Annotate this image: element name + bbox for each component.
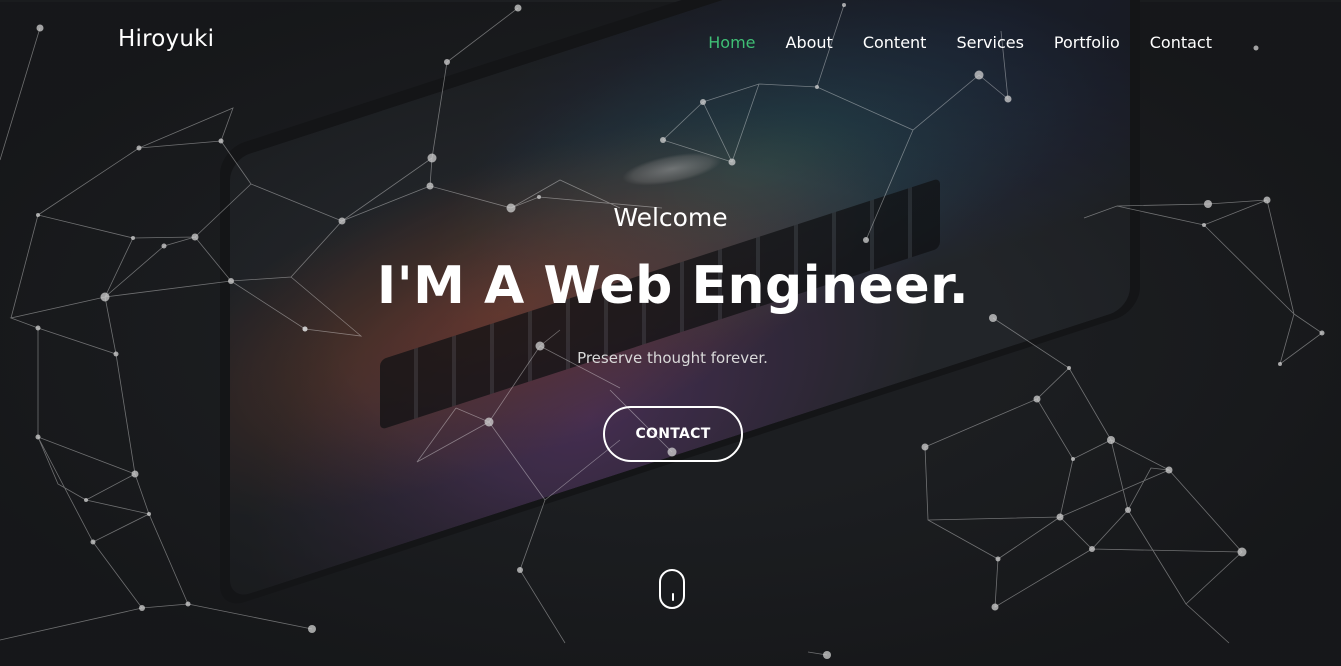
main-menu: Home About Content Services Portfolio Co… [708, 33, 1212, 52]
navbar: Hiroyuki Home About Content Services Por… [0, 0, 1341, 82]
brand-logo[interactable]: Hiroyuki [118, 26, 214, 52]
hero-headline: I'M A Web Engineer. [376, 256, 970, 316]
mouse-scroll-icon[interactable] [659, 569, 685, 609]
particle-network-canvas [0, 3, 1325, 659]
nav-item-home[interactable]: Home [708, 33, 755, 52]
hero-welcome: Welcome [613, 203, 728, 232]
nav-item-content[interactable]: Content [863, 33, 927, 52]
nav-item-about[interactable]: About [786, 33, 833, 52]
mouse-wheel-icon [672, 593, 674, 601]
nav-item-services[interactable]: Services [956, 33, 1023, 52]
nav-item-contact[interactable]: Contact [1150, 33, 1212, 52]
contact-button[interactable]: CONTACT [603, 406, 743, 462]
nav-item-portfolio[interactable]: Portfolio [1054, 33, 1120, 52]
network-nodes [35, 3, 1325, 659]
network-lines [0, 4, 1323, 656]
hero-tagline: Preserve thought forever. [577, 349, 768, 367]
hero-section: Hiroyuki Home About Content Services Por… [0, 0, 1341, 666]
